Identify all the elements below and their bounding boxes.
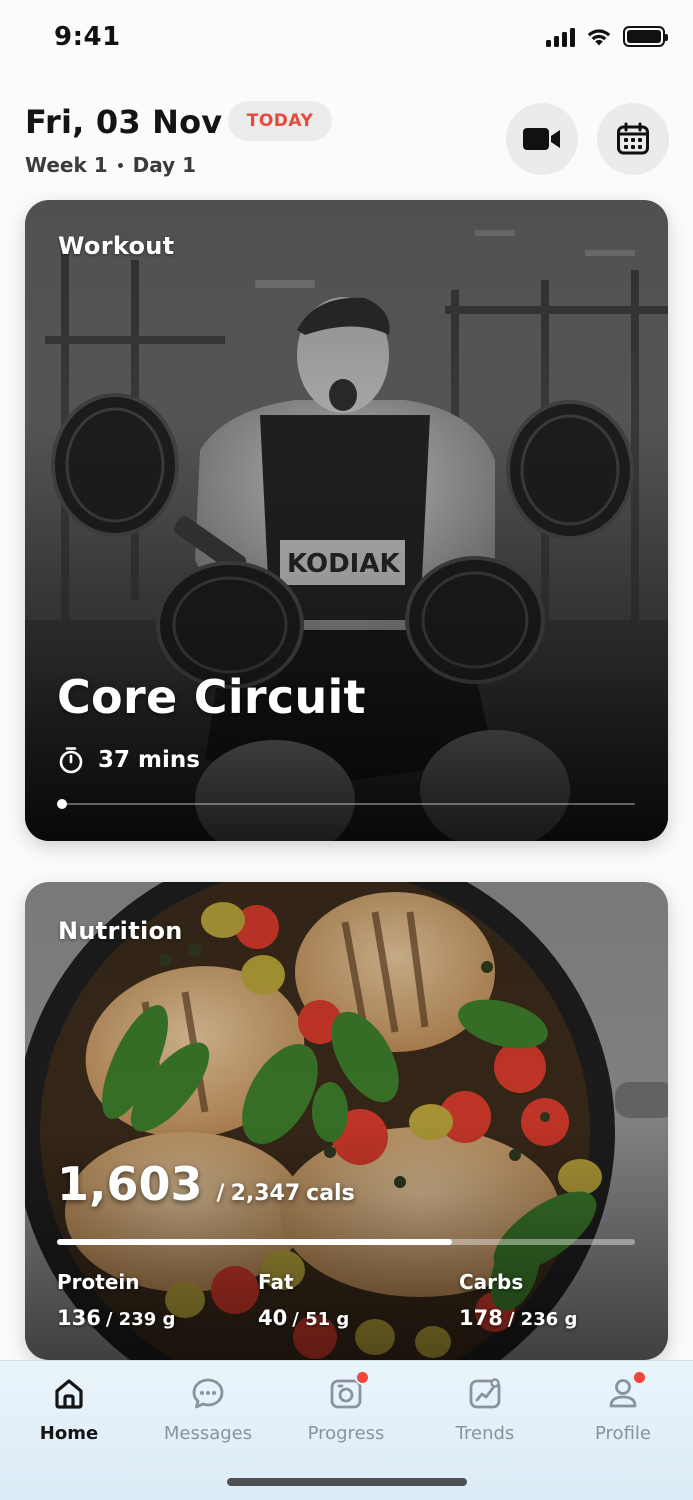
workout-progress-track	[57, 799, 635, 809]
camera-progress-icon	[326, 1370, 370, 1413]
wifi-icon	[587, 28, 611, 45]
macro-goal: / 236 g	[507, 1309, 578, 1330]
workout-photo: KODIAK	[25, 200, 668, 841]
page-title: Fri, 03 Nov	[25, 103, 223, 141]
calories-goal: 2,347	[230, 1181, 301, 1206]
nutrition-label: Nutrition	[58, 917, 183, 945]
workout-label: Workout	[58, 232, 175, 260]
status-icons	[546, 26, 668, 47]
cellular-signal-icon	[546, 27, 575, 47]
separator-dot	[117, 162, 123, 168]
macro-protein: Protein 136 / 239 g	[57, 1270, 175, 1330]
tab-progress[interactable]: Progress	[286, 1361, 406, 1461]
notification-dot	[632, 1370, 647, 1385]
week-label: Week 1	[25, 153, 108, 177]
macro-current: 136	[57, 1306, 101, 1330]
video-camera-icon	[523, 128, 560, 150]
tab-messages[interactable]: Messages	[148, 1361, 268, 1461]
macro-values: 40 / 51 g	[258, 1306, 349, 1330]
calories-consumed: 1,603	[57, 1157, 203, 1211]
tab-label: Messages	[163, 1423, 253, 1444]
macro-goal: / 239 g	[105, 1309, 176, 1330]
calendar-button[interactable]	[597, 103, 669, 175]
calorie-progress-fill	[57, 1239, 452, 1245]
status-time: 9:41	[54, 22, 121, 52]
tab-profile[interactable]: Profile	[563, 1361, 683, 1461]
tab-label: Home	[39, 1423, 99, 1444]
calories-separator: /	[216, 1181, 225, 1206]
status-bar: 9:41	[0, 0, 693, 80]
today-badge[interactable]: TODAY	[228, 101, 332, 141]
workout-title: Core Circuit	[57, 670, 366, 724]
macro-values: 178 / 236 g	[459, 1306, 577, 1330]
notification-dot	[355, 1370, 370, 1385]
nutrition-card[interactable]: Nutrition 1,603 / 2,347 cals Protein 136…	[25, 882, 668, 1360]
macro-carbs: Carbs 178 / 236 g	[459, 1270, 577, 1330]
macro-name: Carbs	[459, 1270, 524, 1294]
calorie-progress-bar	[57, 1239, 635, 1245]
chat-bubble-icon	[188, 1373, 228, 1413]
day-label: Day 1	[132, 153, 197, 177]
macro-current: 40	[258, 1306, 288, 1330]
home-icon	[49, 1373, 89, 1413]
user-icon	[603, 1370, 647, 1413]
video-call-button[interactable]	[506, 103, 578, 175]
calorie-summary: 1,603 / 2,347 cals	[57, 1157, 355, 1211]
header: Fri, 03 Nov TODAY Week 1 Day 1	[0, 95, 693, 195]
tab-trends[interactable]: Trends	[425, 1361, 545, 1461]
week-day-indicator: Week 1 Day 1	[25, 153, 196, 177]
tab-home[interactable]: Home	[9, 1361, 129, 1461]
tab-label: Progress	[307, 1423, 385, 1444]
stopwatch-icon	[59, 747, 83, 774]
calendar-icon	[617, 122, 649, 155]
workout-duration: 37 mins	[58, 746, 200, 774]
calories-unit: cals	[306, 1181, 355, 1206]
tab-label: Trends	[455, 1423, 515, 1444]
duration-text: 37 mins	[98, 747, 200, 773]
home-indicator	[227, 1478, 467, 1486]
workout-progress-knob	[57, 799, 67, 809]
macro-current: 178	[459, 1306, 503, 1330]
macro-fat: Fat 40 / 51 g	[258, 1270, 349, 1330]
tab-label: Profile	[595, 1423, 651, 1444]
macro-name: Protein	[57, 1270, 140, 1294]
macro-values: 136 / 239 g	[57, 1306, 175, 1330]
trend-chart-icon	[465, 1373, 505, 1413]
battery-icon	[623, 26, 668, 47]
workout-card[interactable]: KODIAK Workout Core Circuit	[25, 200, 668, 841]
macro-goal: / 51 g	[292, 1309, 350, 1330]
macro-name: Fat	[258, 1270, 294, 1294]
